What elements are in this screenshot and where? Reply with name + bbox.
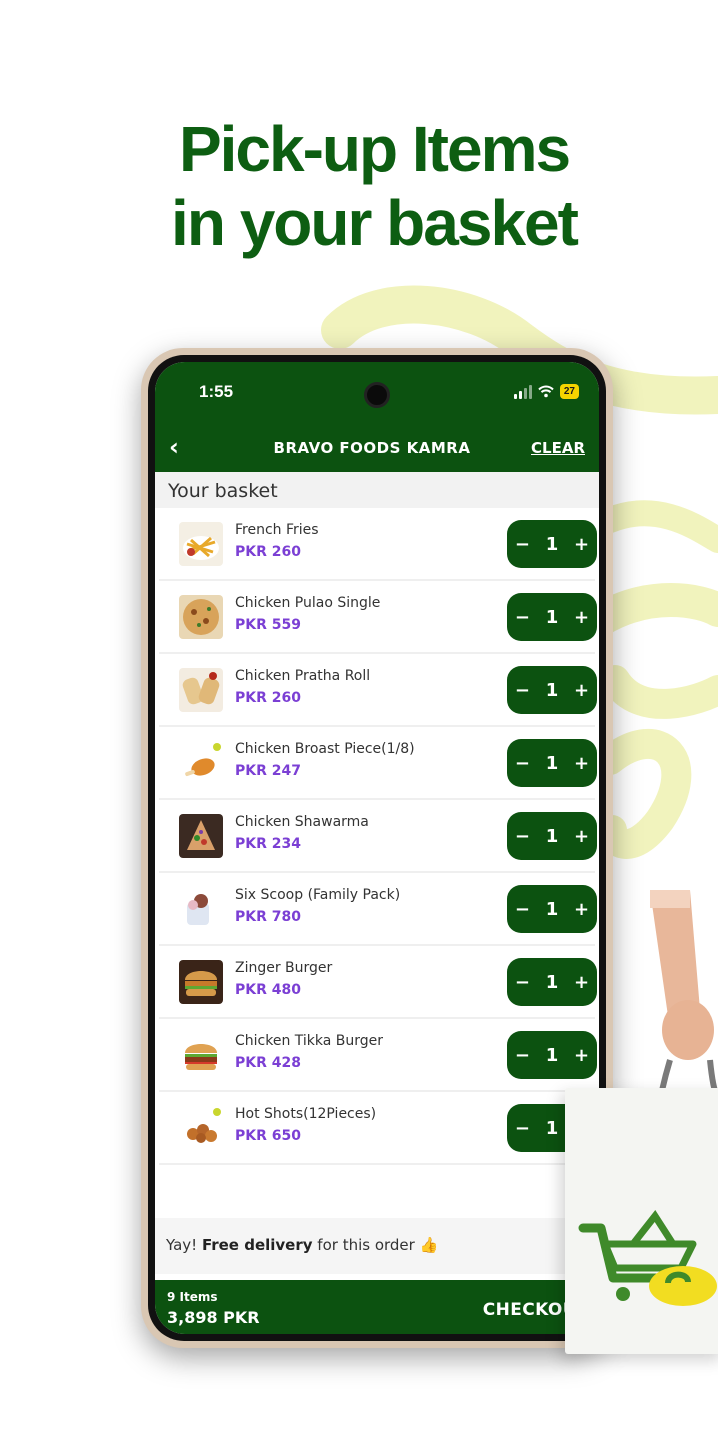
item-count: 9 Items <box>167 1290 218 1304</box>
pulao-image <box>179 595 223 639</box>
list-item: Chicken Pulao Single PKR 559 − 1 + <box>159 581 597 654</box>
quantity-value: 1 <box>545 898 559 920</box>
decrement-button[interactable]: − <box>515 899 530 920</box>
item-name: French Fries <box>235 522 319 538</box>
status-bar: 1:55 27 <box>155 362 599 424</box>
quantity-value: 1 <box>545 679 559 701</box>
list-item: Zinger Burger PKR 480 − 1 + <box>159 946 597 1019</box>
list-item: Six Scoop (Family Pack) PKR 780 − 1 + <box>159 873 597 946</box>
quantity-stepper: − 1 + <box>507 666 597 714</box>
item-name: Chicken Pulao Single <box>235 595 381 611</box>
fries-image <box>179 522 223 566</box>
status-icons: 27 <box>513 384 579 399</box>
shopping-bag <box>565 1088 718 1354</box>
broast-image <box>179 741 223 785</box>
decrement-button[interactable]: − <box>515 1045 530 1066</box>
shawarma-image <box>179 814 223 858</box>
quantity-stepper: − 1 + <box>507 593 597 641</box>
status-time: 1:55 <box>199 382 234 401</box>
basket-list: French Fries PKR 260 − 1 + Chicken Pulao… <box>155 508 599 1165</box>
list-item: Hot Shots(12Pieces) PKR 650 − 1 + <box>159 1092 597 1165</box>
phone-frame: 1:55 27 ‹ BRAVO FOODS KAMRA CLEAR Your b… <box>141 348 613 1348</box>
ice-cream-image <box>179 887 223 931</box>
phone-bezel: 1:55 27 ‹ BRAVO FOODS KAMRA CLEAR Your b… <box>148 355 606 1341</box>
decrement-button[interactable]: − <box>515 753 530 774</box>
order-total: 3,898 PKR <box>167 1308 260 1327</box>
decrement-button[interactable]: − <box>515 534 530 555</box>
free-delivery-highlight: Free delivery <box>201 1236 313 1254</box>
phone-screen: 1:55 27 ‹ BRAVO FOODS KAMRA CLEAR Your b… <box>155 362 599 1334</box>
item-name: Hot Shots(12Pieces) <box>235 1106 377 1122</box>
headline-line-1: Pick-up Items <box>178 113 571 185</box>
item-price: PKR 260 <box>235 690 301 706</box>
item-name: Chicken Broast Piece(1/8) <box>235 741 415 757</box>
increment-button[interactable]: + <box>574 680 589 701</box>
decrement-button[interactable]: − <box>515 826 530 847</box>
zinger-burger-image <box>179 960 223 1004</box>
item-price: PKR 559 <box>235 617 301 633</box>
free-delivery-note: Yay! Free delivery for this order 👍 <box>155 1218 599 1274</box>
list-item: Chicken Tikka Burger PKR 428 − 1 + <box>159 1019 597 1092</box>
decrement-button[interactable]: − <box>515 972 530 993</box>
basket-title: Your basket <box>155 472 599 508</box>
signal-icon <box>513 384 532 399</box>
headline: Pick-up Items in your basket <box>0 112 718 260</box>
roll-image <box>179 668 223 712</box>
list-item: Chicken Shawarma PKR 234 − 1 + <box>159 800 597 873</box>
hot-shots-image <box>179 1106 223 1150</box>
increment-button[interactable]: + <box>574 607 589 628</box>
item-price: PKR 247 <box>235 763 301 779</box>
quantity-value: 1 <box>545 533 559 555</box>
quantity-value: 1 <box>545 1044 559 1066</box>
item-price: PKR 780 <box>235 909 301 925</box>
quantity-value: 1 <box>545 1117 559 1139</box>
increment-button[interactable]: + <box>574 1045 589 1066</box>
item-price: PKR 260 <box>235 544 301 560</box>
list-item: Chicken Pratha Roll PKR 260 − 1 + <box>159 654 597 727</box>
quantity-value: 1 <box>545 606 559 628</box>
item-price: PKR 428 <box>235 1055 301 1071</box>
quantity-value: 1 <box>545 971 559 993</box>
item-name: Chicken Tikka Burger <box>235 1033 384 1049</box>
list-item: Chicken Broast Piece(1/8) PKR 247 − 1 + <box>159 727 597 800</box>
quantity-stepper: − 1 + <box>507 958 597 1006</box>
app-header: ‹ BRAVO FOODS KAMRA CLEAR <box>155 424 599 472</box>
wifi-icon <box>538 385 554 398</box>
tikka-burger-image <box>179 1033 223 1077</box>
item-name: Chicken Shawarma <box>235 814 369 830</box>
quantity-stepper: − 1 + <box>507 1031 597 1079</box>
decrement-button[interactable]: − <box>515 1118 530 1139</box>
increment-button[interactable]: + <box>574 826 589 847</box>
checkout-bar: 9 Items 3,898 PKR CHECKOUT <box>155 1280 599 1334</box>
clear-button[interactable]: CLEAR <box>531 439 585 457</box>
item-name: Chicken Pratha Roll <box>235 668 371 684</box>
front-camera <box>364 382 390 408</box>
increment-button[interactable]: + <box>574 534 589 555</box>
item-price: PKR 650 <box>235 1128 301 1144</box>
quantity-value: 1 <box>545 825 559 847</box>
decrement-button[interactable]: − <box>515 607 530 628</box>
increment-button[interactable]: + <box>574 972 589 993</box>
free-delivery-prefix: Yay! <box>166 1236 202 1254</box>
quantity-stepper: − 1 + <box>507 739 597 787</box>
quantity-stepper: − 1 + <box>507 812 597 860</box>
quantity-stepper: − 1 + <box>507 885 597 933</box>
thumbs-up-icon: 👍 <box>419 1236 439 1254</box>
decrement-button[interactable]: − <box>515 680 530 701</box>
increment-button[interactable]: + <box>574 899 589 920</box>
free-delivery-suffix: for this order <box>312 1236 415 1254</box>
increment-button[interactable]: + <box>574 753 589 774</box>
battery-indicator: 27 <box>559 384 579 399</box>
quantity-stepper: − 1 + <box>507 520 597 568</box>
arm-illustration <box>650 890 718 1090</box>
item-name: Six Scoop (Family Pack) <box>235 887 401 903</box>
item-price: PKR 234 <box>235 836 301 852</box>
headline-line-2: in your basket <box>171 187 579 259</box>
item-price: PKR 480 <box>235 982 301 998</box>
list-item: French Fries PKR 260 − 1 + <box>159 508 597 581</box>
item-name: Zinger Burger <box>235 960 333 976</box>
cart-logo-icon <box>578 1209 717 1306</box>
quantity-value: 1 <box>545 752 559 774</box>
